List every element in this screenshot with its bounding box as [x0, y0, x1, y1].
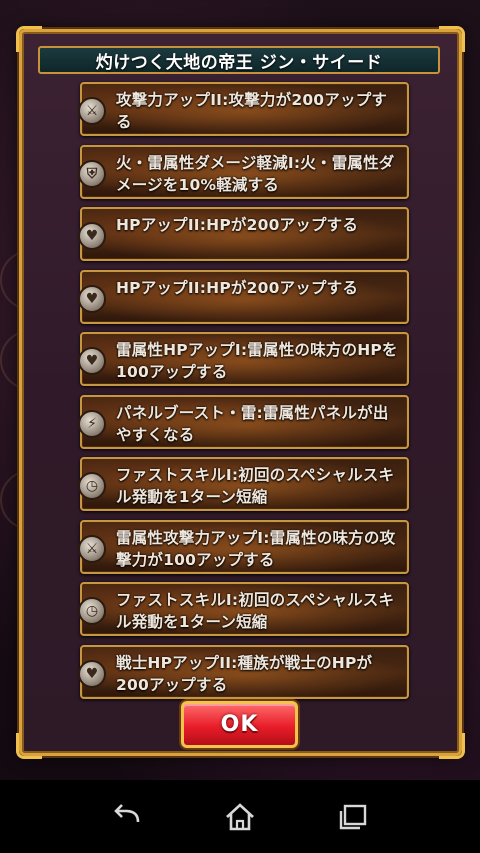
heart-icon: ♥ [78, 347, 106, 375]
skill-description: ファストスキルI:初回のスペシャルスキル発動を1ターン短縮 [116, 591, 395, 631]
recents-button[interactable] [331, 795, 375, 839]
skill-row: ⚔ 雷属性攻撃力アップI:雷属性の味方の攻撃力が100アップする [78, 519, 409, 574]
sword-icon: ⚔ [78, 534, 106, 563]
ok-button[interactable]: OK [181, 701, 298, 748]
home-icon [226, 802, 254, 830]
android-nav-bar [0, 780, 480, 853]
clock-icon: ◷ [78, 597, 106, 625]
skill-description: ファストスキルI:初回のスペシャルスキル発動を1ターン短縮 [116, 466, 395, 506]
skill-description: HPアップII:HPが200アップする [116, 216, 359, 234]
skill-description: 火・雷属性ダメージ軽減I:火・雷属性ダメージを10%軽減する [116, 153, 395, 194]
back-icon [113, 803, 139, 822]
frame-corner-ornament [439, 733, 465, 759]
skill-description: パネルブースト・雷:雷属性パネルが出やすくなる [116, 403, 389, 444]
frame-corner-ornament [439, 26, 465, 52]
shield-icon: ⛨ [78, 159, 106, 188]
dialog-title: 灼けつく大地の帝王 ジン・サイード [38, 46, 440, 74]
skill-row: ⚡ パネルブースト・雷:雷属性パネルが出やすくなる [78, 394, 409, 449]
skill-row: ♥ 雷属性HPアップI:雷属性の味方のHPを100アップする [78, 332, 409, 386]
skill-row: ◷ ファストスキルI:初回のスペシャルスキル発動を1ターン短縮 [78, 582, 409, 636]
heart-icon: ♥ [78, 222, 106, 250]
skill-description: 雷属性HPアップI:雷属性の味方のHPを100アップする [116, 341, 398, 381]
skill-description: HPアップII:HPが200アップする [116, 278, 359, 297]
recents-icon [340, 804, 367, 829]
skill-row: ♥ 戦士HPアップII:種族が戦士のHPが200アップする [78, 644, 409, 699]
skill-row: ◷ ファストスキルI:初回のスペシャルスキル発動を1ターン短縮 [78, 457, 409, 511]
skill-description: 戦士HPアップII:種族が戦士のHPが200アップする [116, 653, 373, 694]
heart-icon: ♥ [78, 284, 106, 313]
skill-row: ♥ HPアップII:HPが200アップする [78, 207, 409, 261]
skill-description: 攻撃力アップII:攻撃力が200アップする [116, 91, 388, 131]
skill-row: ♥ HPアップII:HPが200アップする [78, 269, 409, 324]
skill-row: ⚔ 攻撃力アップII:攻撃力が200アップする [78, 82, 409, 136]
skill-row: ⛨ 火・雷属性ダメージ軽減I:火・雷属性ダメージを10%軽減する [78, 144, 409, 199]
heart-icon: ♥ [78, 659, 106, 688]
lightning-icon: ⚡ [78, 409, 106, 438]
back-button[interactable] [105, 795, 149, 839]
home-button[interactable] [218, 795, 262, 839]
clock-icon: ◷ [78, 472, 106, 500]
skill-description: 雷属性攻撃力アップI:雷属性の味方の攻撃力が100アップする [116, 528, 396, 569]
frame-corner-ornament [16, 733, 42, 759]
sword-icon: ⚔ [78, 97, 106, 125]
